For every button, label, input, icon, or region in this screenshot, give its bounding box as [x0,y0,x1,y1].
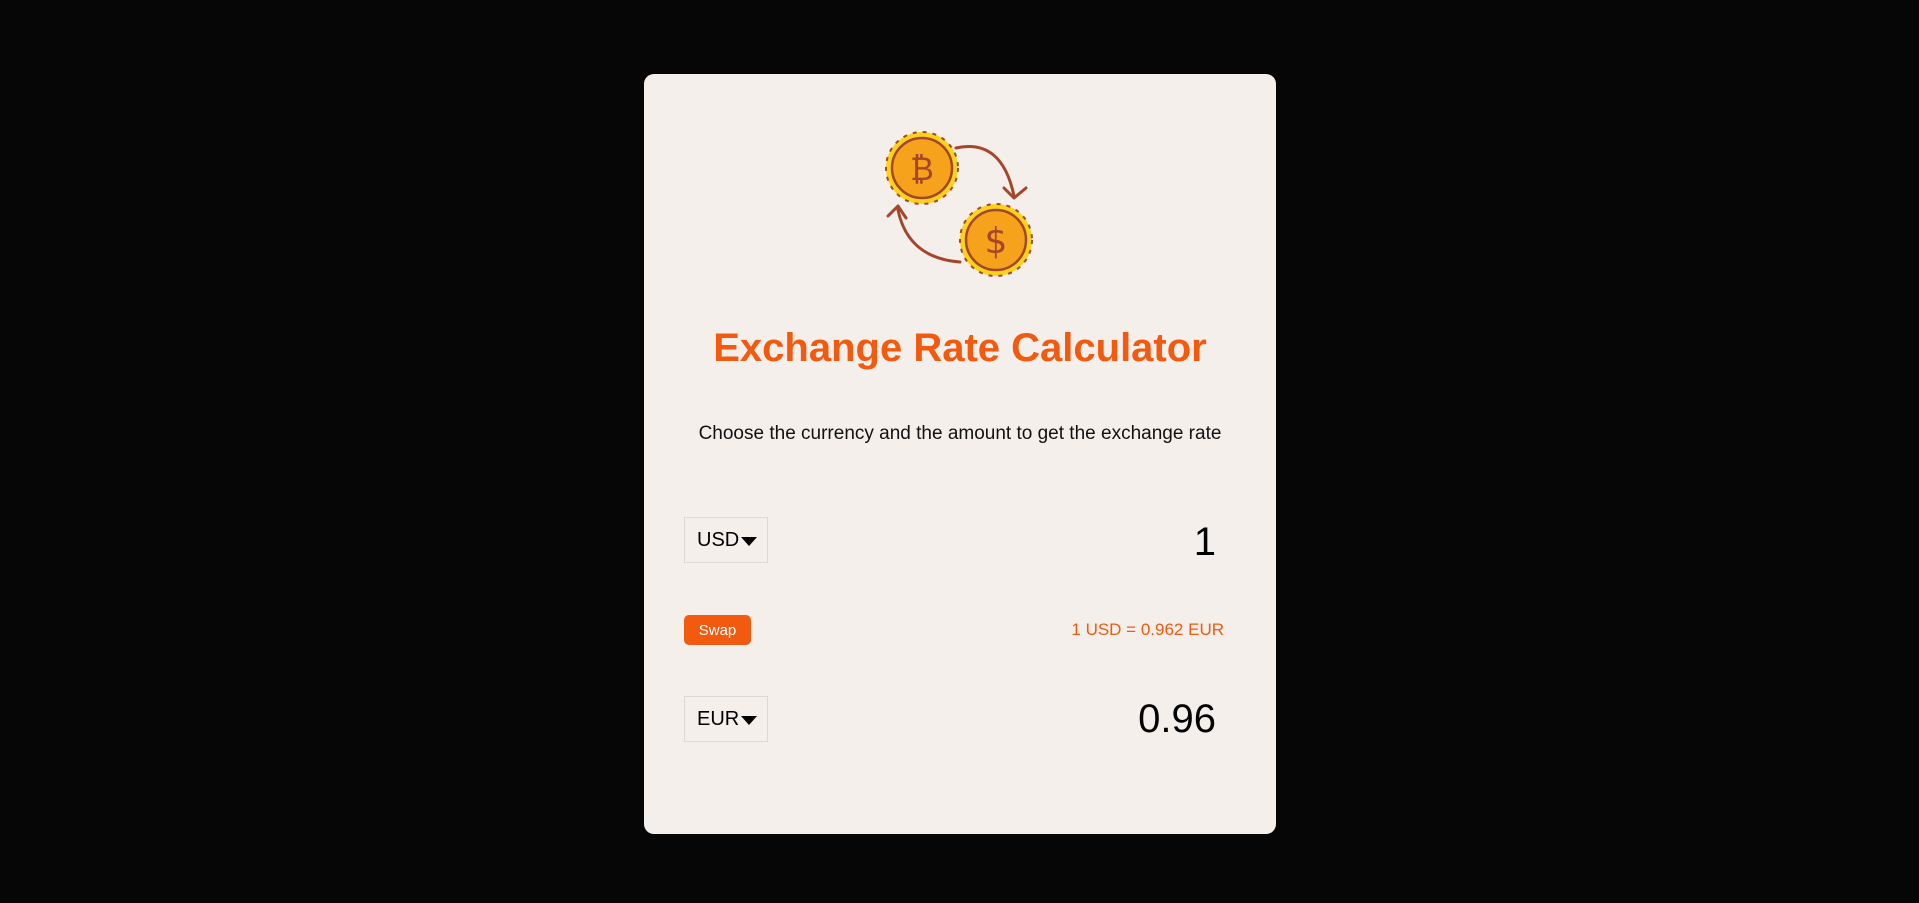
svg-text:$: $ [985,221,1008,262]
swap-button[interactable]: Swap [684,615,751,645]
caret-down-icon [741,536,758,546]
bitcoin-dollar-exchange-icon: ₿ $ [885,131,1033,277]
page-title: Exchange Rate Calculator [713,326,1207,370]
calculator-card: ₿ $ Exchange Rate Calculator Choose the … [644,74,1276,834]
svg-text:₿: ₿ [910,150,934,188]
to-currency-value: EUR [697,707,740,730]
exchange-rate-text: 1 USD = 0.962 EUR [1071,620,1224,639]
from-currency-select[interactable]: USD [684,517,768,563]
caret-down-icon [741,715,758,725]
to-currency-select[interactable]: EUR [684,696,768,742]
to-amount-input[interactable] [916,695,1216,743]
from-amount-input[interactable] [916,518,1216,566]
from-currency-value: USD [697,528,740,551]
page-subtitle: Choose the currency and the amount to ge… [698,423,1222,444]
